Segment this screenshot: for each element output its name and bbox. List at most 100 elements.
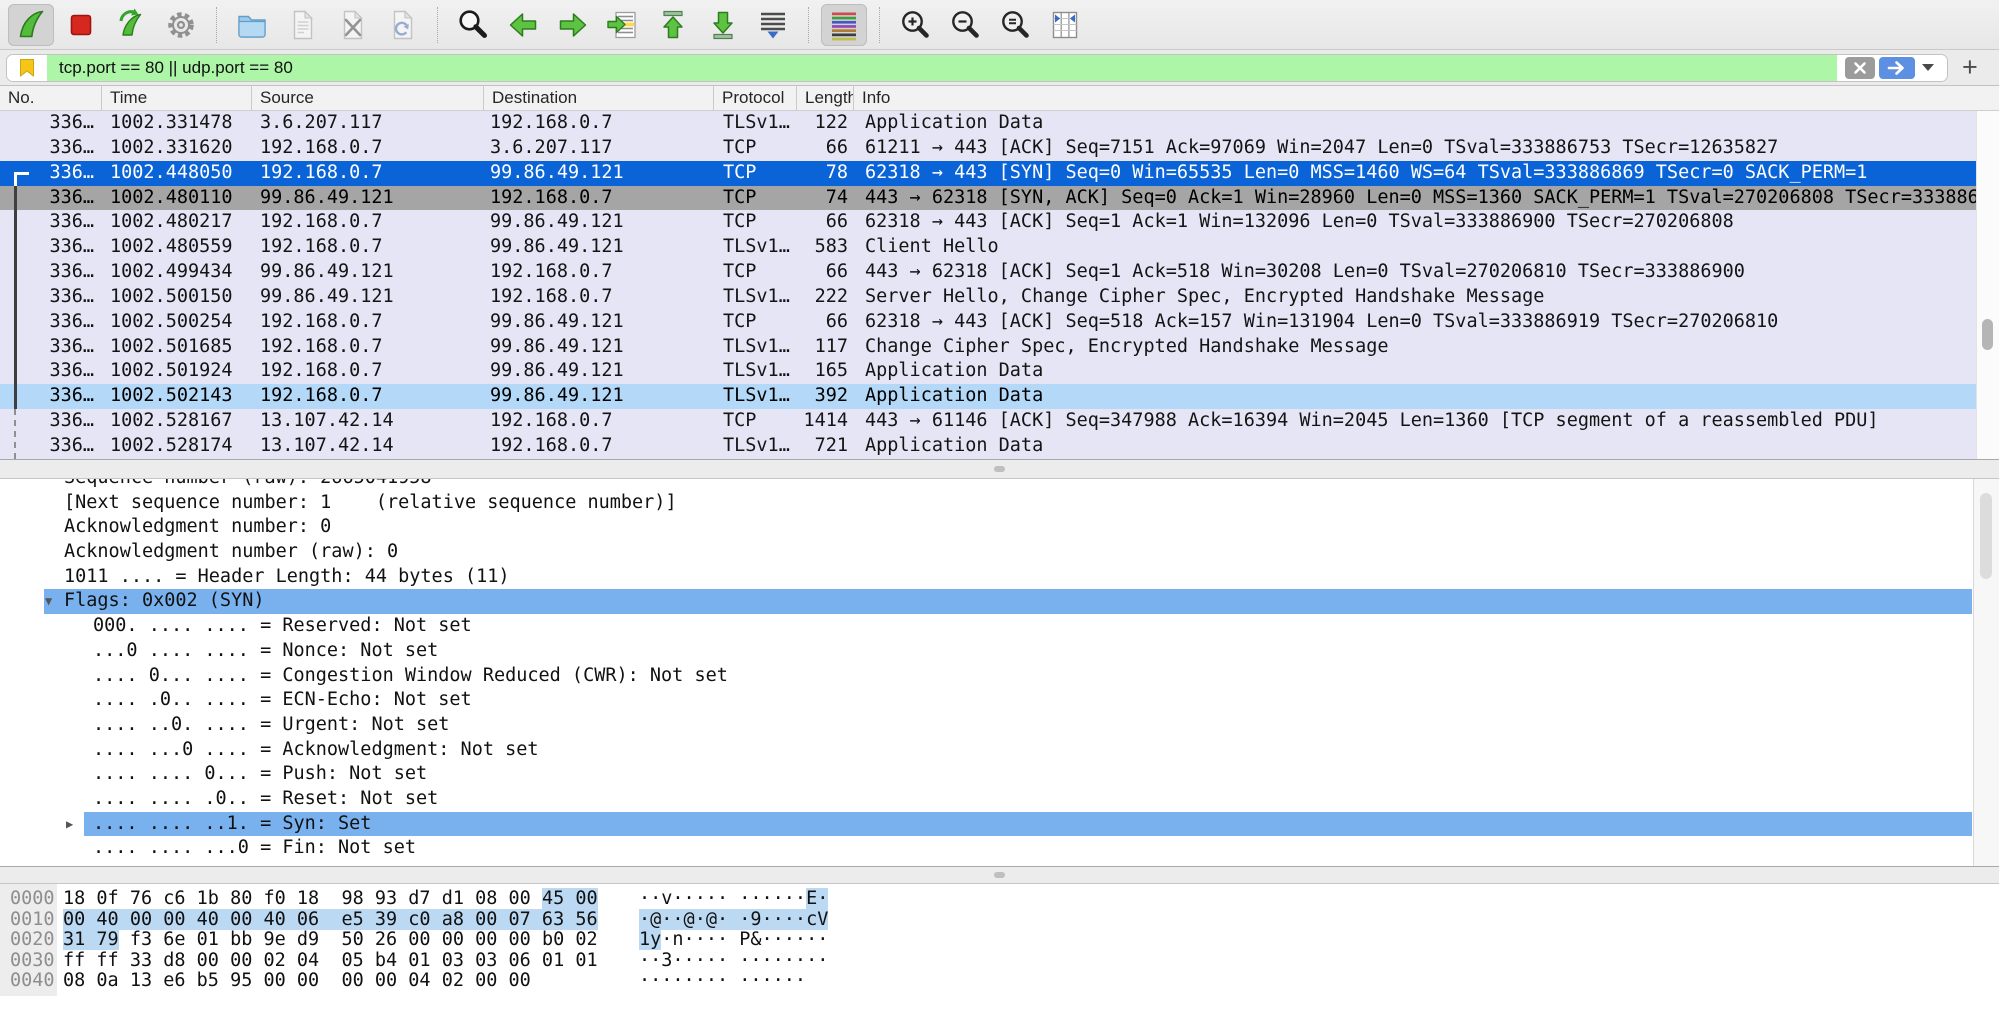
detail-line[interactable]: 1011 .... = Header Length: 44 bytes (11) [0,565,1999,590]
expander-open-icon[interactable]: ▼ [45,589,52,614]
detail-line[interactable]: .... .... ...0 = Fin: Not set [0,836,1999,861]
colorize-packets-icon [827,8,861,42]
pane-splitter-top[interactable] [0,459,1999,479]
detail-line-text: ...0 .... .... = Nonce: Not set [0,640,438,661]
packet-cell-time: 1002.528174 [102,434,252,459]
go-last-button[interactable] [700,4,746,46]
resize-columns-button[interactable] [1042,4,1088,46]
detail-line[interactable]: .... .0.. .... = ECN-Echo: Not set [0,688,1999,713]
zoom-out-button[interactable] [942,4,988,46]
filter-apply-button[interactable] [1879,57,1915,79]
details-scrollbar[interactable] [1973,479,1999,866]
packet-row[interactable]: 336…1002.480217192.168.0.799.86.49.121TC… [0,210,1976,235]
packet-row[interactable]: 336…1002.331620192.168.0.73.6.207.117TCP… [0,136,1976,161]
detail-line[interactable]: .... .... 0... = Push: Not set [0,762,1999,787]
capture-stop-button[interactable] [58,4,104,46]
packet-cell-info: Application Data [854,384,1976,409]
column-header-protocol[interactable]: Protocol [714,86,797,110]
detail-line[interactable]: ...0 .... .... = Nonce: Not set [0,639,1999,664]
column-header-info[interactable]: Info [854,86,1999,110]
file-reload-button[interactable] [379,4,425,46]
hex-dump: 000018 0f 76 c6 1b 80 f0 18 98 93 d7 d1 … [0,884,1999,992]
detail-line[interactable]: 000. .... .... = Reserved: Not set [0,614,1999,639]
go-to-packet-icon [606,8,640,42]
packet-row[interactable]: 336…1002.501924192.168.0.799.86.49.121TL… [0,359,1976,384]
file-save-button[interactable] [279,4,325,46]
zoom-in-button[interactable] [892,4,938,46]
column-header-no[interactable]: No. [0,86,102,110]
detail-line-text: Acknowledgment number (raw): 0 [0,541,398,562]
file-open-button[interactable] [229,4,275,46]
file-reload-icon [385,8,419,42]
display-filter-input[interactable]: tcp.port == 80 || udp.port == 80 [6,54,1948,82]
hex-row[interactable]: 000018 0f 76 c6 1b 80 f0 18 98 93 d7 d1 … [0,889,1999,910]
filter-clear-button[interactable] [1845,57,1875,79]
packet-list-header[interactable]: No.TimeSourceDestinationProtocolLengthIn… [0,86,1999,111]
splitter-handle[interactable] [994,872,1005,878]
detail-line[interactable]: .... ..0. .... = Urgent: Not set [0,713,1999,738]
add-filter-expression-button[interactable]: + [1962,54,1978,81]
go-forward-icon [556,8,590,42]
hex-row[interactable]: 001000 40 00 00 40 00 40 06 e5 39 c0 a8 … [0,910,1999,931]
filter-bookmark-button[interactable] [7,55,47,81]
packet-row[interactable]: 336…1002.502143192.168.0.799.86.49.121TL… [0,384,1976,409]
packet-row[interactable]: 336…1002.50015099.86.49.121192.168.0.7TL… [0,285,1976,310]
packet-row[interactable]: 336…1002.52817413.107.42.14192.168.0.7TL… [0,434,1976,459]
zoom-reset-icon [998,8,1032,42]
splitter-handle[interactable] [994,466,1005,472]
packet-list-scrollbar[interactable] [1976,111,1999,459]
apply-filter-icon [1886,60,1908,76]
capture-options-button[interactable] [158,4,204,46]
details-scrollbar-thumb[interactable] [1980,493,1992,579]
detail-line-text: .... .... 0... = Push: Not set [0,763,427,784]
pane-splitter-bottom[interactable] [0,866,1999,884]
column-header-length[interactable]: Length [797,86,854,110]
go-to-packet-button[interactable] [600,4,646,46]
zoom-reset-button[interactable] [992,4,1038,46]
column-header-time[interactable]: Time [102,86,252,110]
detail-line[interactable]: Sequence number (raw): 2665041958 [0,479,1999,491]
hex-row[interactable]: 002031 79 f3 6e 01 bb 9e d9 50 26 00 00 … [0,930,1999,951]
detail-line[interactable]: .... ...0 .... = Acknowledgment: Not set [0,738,1999,763]
detail-line[interactable]: .... 0... .... = Congestion Window Reduc… [0,664,1999,689]
filter-dropdown-button[interactable] [1915,64,1941,71]
go-back-button[interactable] [500,4,546,46]
detail-line[interactable]: ▼Flags: 0x002 (SYN) [0,589,1999,614]
colorize-packets-button[interactable] [821,4,867,46]
detail-line[interactable]: ▶.... .... ..1. = Syn: Set [0,812,1999,837]
detail-line[interactable]: [Next sequence number: 1 (relative seque… [0,491,1999,516]
go-first-button[interactable] [650,4,696,46]
packet-row[interactable]: 336…1002.49943499.86.49.121192.168.0.7TC… [0,260,1976,285]
packet-row[interactable]: 336…1002.501685192.168.0.799.86.49.121TL… [0,335,1976,360]
filter-expression-text[interactable]: tcp.port == 80 || udp.port == 80 [47,55,1837,81]
capture-stop-icon [64,8,98,42]
auto-scroll-button[interactable] [750,4,796,46]
packet-row[interactable]: 336…1002.500254192.168.0.799.86.49.121TC… [0,310,1976,335]
expander-closed-icon[interactable]: ▶ [66,812,73,837]
column-header-source[interactable]: Source [252,86,484,110]
packet-list-scrollbar-thumb[interactable] [1982,319,1993,350]
hex-row[interactable]: 0030ff ff 33 d8 00 00 02 04 05 b4 01 03 … [0,951,1999,972]
packet-list-pane: 336…1002.3314783.6.207.117192.168.0.7TLS… [0,111,1999,459]
go-forward-button[interactable] [550,4,596,46]
packet-row[interactable]: 336…1002.3314783.6.207.117192.168.0.7TLS… [0,111,1976,136]
file-close-button[interactable] [329,4,375,46]
detail-line[interactable]: Acknowledgment number (raw): 0 [0,540,1999,565]
file-open-icon [235,8,269,42]
capture-start-button[interactable] [8,4,54,46]
hex-row[interactable]: 004008 0a 13 e6 b5 95 00 00 00 00 04 02 … [0,971,1999,992]
hex-ascii-segment: ··3····· ········ [639,950,828,971]
capture-restart-button[interactable] [108,4,154,46]
packet-cell-destination: 99.86.49.121 [484,210,714,235]
packet-cell-time: 1002.331620 [102,136,252,161]
find-packet-button[interactable] [450,4,496,46]
packet-row[interactable]: 336…1002.48011099.86.49.121192.168.0.7TC… [0,186,1976,211]
packet-row[interactable]: 336…1002.448050192.168.0.799.86.49.121TC… [0,161,1976,186]
column-header-destination[interactable]: Destination [484,86,714,110]
detail-line[interactable]: .... .... .0.. = Reset: Not set [0,787,1999,812]
packet-row[interactable]: 336…1002.52816713.107.42.14192.168.0.7TC… [0,409,1976,434]
hex-ascii: ··v····· ······E· [639,889,828,910]
packet-row[interactable]: 336…1002.480559192.168.0.799.86.49.121TL… [0,235,1976,260]
hex-ascii-segment: ··v····· ······ [639,888,806,909]
detail-line[interactable]: Acknowledgment number: 0 [0,515,1999,540]
